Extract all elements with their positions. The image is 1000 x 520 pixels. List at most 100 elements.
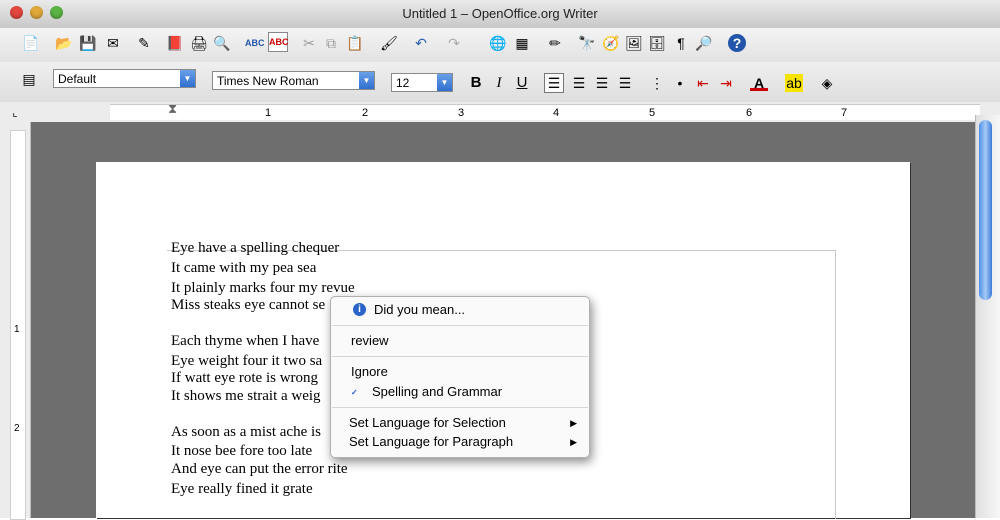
font-name-value: Times New Roman [217, 74, 319, 88]
clone-formatting-icon[interactable]: 🖌 [380, 34, 398, 52]
background-color-icon[interactable]: ◈ [818, 74, 836, 92]
highlighting-icon[interactable]: ab [785, 74, 803, 92]
open-icon[interactable]: 📂 [55, 34, 73, 52]
dropdown-arrow-icon[interactable]: ▼ [437, 74, 452, 91]
ignore-item[interactable]: Ignore [331, 363, 589, 381]
font-size-value: 12 [396, 76, 410, 90]
font-name-select[interactable]: Times New Roman ▼ [212, 71, 375, 90]
text-line[interactable]: Miss steaks eye cannot se [171, 297, 325, 314]
vertical-ruler-scale: 1 2 [10, 130, 26, 520]
show-draw-functions-icon[interactable]: ✏ [546, 34, 564, 52]
save-icon[interactable]: 💾 [79, 34, 97, 52]
paste-icon[interactable]: 📋 [346, 34, 364, 52]
bold-button[interactable]: B [467, 74, 485, 92]
align-right-icon[interactable]: ☰ [593, 74, 611, 92]
ruler-scale: ⧗ 1 2 3 4 5 6 7 [110, 101, 980, 120]
text-line[interactable]: Eye weight four it two sa [171, 353, 322, 370]
copy-icon[interactable]: ⧉ [322, 34, 340, 52]
email-icon[interactable]: ✉ [104, 34, 122, 52]
ruler-number: 1 [265, 107, 272, 119]
window-title: Untitled 1 – OpenOffice.org Writer [402, 6, 598, 21]
table-icon[interactable]: ▦ [513, 34, 531, 52]
set-language-selection-item[interactable]: Set Language for Selection ▶ [331, 414, 589, 432]
ruler-number: 7 [841, 107, 848, 119]
submenu-arrow-icon: ▶ [570, 437, 577, 447]
suggestion-review-item[interactable]: review [331, 332, 589, 350]
align-center-icon[interactable]: ☰ [570, 74, 588, 92]
did-you-mean-item[interactable]: i Did you mean... [331, 301, 589, 319]
font-size-select[interactable]: 12 ▼ [391, 73, 453, 92]
text-line[interactable]: As soon as a mist ache is [171, 424, 321, 441]
text-line[interactable]: It plainly marks four my revue [171, 280, 355, 297]
ruler-number: 3 [458, 107, 465, 119]
vruler-number: 2 [14, 423, 20, 434]
vruler-number: 1 [14, 324, 20, 335]
standard-toolbar: 📄 📂 💾 ✉ ✎ 📕 🖨 🔍 ABC ABC ✂ ⧉ 📋 🖌 ↶ ↷ 🌐 ▦ … [0, 28, 1000, 62]
set-language-selection-label: Set Language for Selection [349, 415, 506, 430]
print-preview-icon[interactable]: 🔍 [213, 34, 231, 52]
export-pdf-icon[interactable]: 📕 [166, 34, 184, 52]
numbering-icon[interactable]: ⋮ [648, 74, 666, 92]
gallery-icon[interactable]: 🖼 [625, 34, 643, 52]
suggestion-label: review [351, 333, 389, 348]
undo-icon[interactable]: ↶ [412, 34, 430, 52]
set-language-paragraph-label: Set Language for Paragraph [349, 434, 514, 449]
title-bar: Untitled 1 – OpenOffice.org Writer [0, 0, 1000, 29]
navigator-icon[interactable]: 🧭 [602, 34, 620, 52]
dropdown-arrow-icon[interactable]: ▼ [180, 70, 195, 87]
text-line[interactable]: Eye really fined it grate [171, 481, 313, 498]
edit-file-icon[interactable]: ✎ [135, 34, 153, 52]
bullets-icon[interactable]: • [671, 74, 689, 92]
new-document-icon[interactable]: 📄 [22, 34, 40, 52]
spellcheck-icon[interactable]: ABC [245, 34, 265, 52]
cut-icon[interactable]: ✂ [300, 34, 318, 52]
decrease-indent-icon[interactable]: ⇤ [694, 74, 712, 92]
text-line[interactable]: It shows me strait a weig [171, 388, 321, 405]
text-line[interactable]: Eye have a spelling chequer [171, 240, 339, 257]
underline-button[interactable]: U [513, 74, 531, 92]
set-language-paragraph-item[interactable]: Set Language for Paragraph ▶ [331, 433, 589, 451]
data-sources-icon[interactable]: 🗄 [648, 34, 666, 52]
dropdown-arrow-icon[interactable]: ▼ [359, 72, 374, 89]
font-color-icon[interactable]: A [750, 74, 768, 91]
spelling-grammar-item[interactable]: ✓ Spelling and Grammar [331, 383, 589, 401]
help-icon[interactable]: ? [728, 34, 746, 52]
spelling-context-menu: i Did you mean... review Ignore ✓ Spelli… [330, 296, 590, 458]
ruler-number: 2 [362, 107, 369, 119]
scrollbar-thumb[interactable] [979, 120, 992, 300]
formatting-marks-icon[interactable]: ¶ [672, 34, 690, 52]
ignore-label: Ignore [351, 364, 388, 379]
align-left-icon[interactable]: ☰ [544, 73, 564, 93]
styles-formatting-icon[interactable]: ▤ [20, 70, 38, 88]
increase-indent-icon[interactable]: ⇥ [717, 74, 735, 92]
spellcheck-icon: ✓ [351, 388, 358, 397]
hyperlink-icon[interactable]: 🌐 [489, 34, 507, 52]
did-you-mean-label: Did you mean... [374, 302, 466, 317]
justify-icon[interactable]: ☰ [616, 74, 634, 92]
indent-marker-icon[interactable]: ⧗ [168, 101, 177, 117]
info-icon: i [353, 303, 366, 316]
ruler-number: 6 [746, 107, 753, 119]
formatting-toolbar: ▤ Default ▼ Times New Roman ▼ 12 ▼ B I U… [0, 62, 1000, 103]
text-line[interactable]: Each thyme when I have [171, 333, 319, 350]
redo-icon[interactable]: ↷ [445, 34, 463, 52]
paragraph-style-value: Default [58, 72, 97, 86]
tab-stop-type-icon[interactable]: ⌞ [6, 104, 24, 122]
zoom-icon[interactable]: 🔎 [695, 34, 713, 52]
menu-separator [332, 407, 588, 408]
auto-spellcheck-icon[interactable]: ABC [268, 32, 289, 52]
menu-separator [332, 325, 588, 326]
spelling-grammar-label: Spelling and Grammar [372, 384, 503, 399]
ruler-number: 5 [649, 107, 656, 119]
text-line[interactable]: It nose bee fore too late [171, 443, 312, 460]
italic-button[interactable]: I [490, 74, 508, 92]
text-line[interactable]: And eye can put the error rite [171, 461, 348, 478]
print-icon[interactable]: 🖨 [190, 34, 208, 52]
text-line[interactable]: It came with my pea sea [171, 260, 316, 277]
ruler-number: 4 [553, 107, 560, 119]
submenu-arrow-icon: ▶ [570, 418, 577, 428]
text-line[interactable]: If watt eye rote is wrong [171, 370, 318, 387]
menu-separator [332, 356, 588, 357]
find-replace-icon[interactable]: 🔭 [578, 34, 596, 52]
paragraph-style-select[interactable]: Default ▼ [53, 69, 196, 88]
